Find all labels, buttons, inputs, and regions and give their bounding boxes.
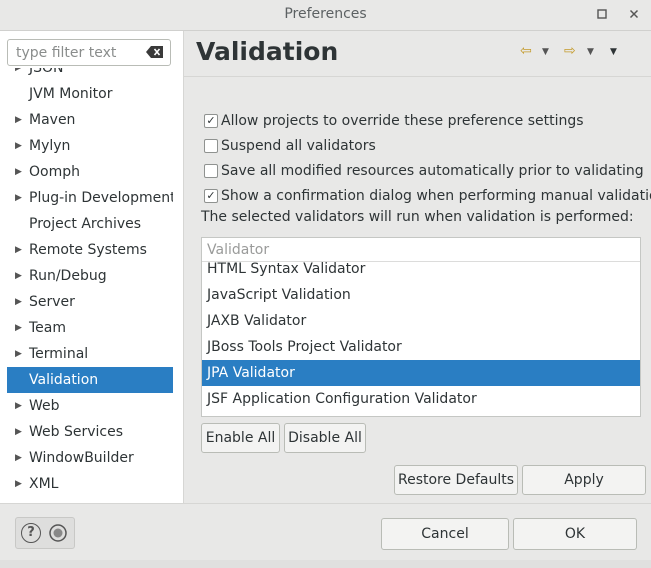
tree-item-web[interactable]: ▶ Web	[7, 393, 173, 419]
tree-item-label: Oomph	[29, 164, 80, 180]
footer-separator	[0, 503, 651, 504]
tree-item-oomph[interactable]: ▶ Oomph	[7, 159, 173, 185]
forward-dropdown-icon[interactable]: ▼	[587, 47, 594, 57]
tree-item-label: Web	[29, 398, 60, 414]
tree-item-jvm-monitor[interactable]: JVM Monitor	[7, 81, 173, 107]
tree-item-mylyn[interactable]: ▶ Mylyn	[7, 133, 173, 159]
enable-all-button[interactable]: Enable All	[201, 423, 280, 453]
checkbox-unchecked-icon[interactable]	[204, 139, 218, 153]
apply-button[interactable]: Apply	[522, 465, 646, 495]
expand-arrow-icon[interactable]: ▶	[15, 445, 25, 471]
tree-item-label: Team	[29, 320, 67, 336]
tree-item-windowbuilder[interactable]: ▶ WindowBuilder	[7, 445, 173, 471]
option-label: Allow projects to override these prefere…	[221, 113, 584, 129]
expand-arrow-icon[interactable]: ▶	[15, 341, 25, 367]
tree-item-project-archives[interactable]: Project Archives	[7, 211, 173, 237]
title-bar: Preferences	[0, 0, 651, 31]
preferences-tree-panel: ▶JSONJVM Monitor▶Maven▶Mylyn▶Oomph▶Plug-…	[0, 31, 184, 503]
validator-row[interactable]: JavaScript Validation	[202, 282, 640, 308]
expand-arrow-icon[interactable]: ▶	[15, 133, 25, 159]
tree-item-label: Maven	[29, 112, 76, 128]
checkbox-checked-icon[interactable]: ✓	[204, 114, 218, 128]
validators-info: The selected validators will run when va…	[201, 209, 634, 225]
window-title: Preferences	[284, 6, 367, 22]
expand-arrow-icon[interactable]: ▶	[15, 107, 25, 133]
disable-all-button[interactable]: Disable All	[284, 423, 366, 453]
expand-arrow-icon[interactable]: ▶	[15, 419, 25, 445]
restore-defaults-button[interactable]: Restore Defaults	[394, 465, 518, 495]
tree-item-label: Web Services	[29, 424, 124, 440]
validation-page: Validation ⇦ ▼ ⇨ ▼ ▼ ✓ Allow projects to …	[184, 31, 651, 503]
tree-item-run-debug[interactable]: ▶ Run/Debug	[7, 263, 173, 289]
tree-item-label: JVM Monitor	[29, 86, 113, 102]
preferences-tree[interactable]: ▶ JSON JVM Monitor ▶ Maven ▶ Mylyn ▶ Oomph ▶ Plug-…	[7, 68, 173, 503]
tree-item-label: XML	[29, 476, 59, 492]
tree-item-label: Mylyn	[29, 138, 71, 154]
option-label: Save all modified resources automaticall…	[221, 163, 644, 179]
validator-row[interactable]: JAXB Validator	[202, 308, 640, 334]
expand-arrow-icon[interactable]: ▶	[15, 263, 25, 289]
filter-field[interactable]	[7, 39, 171, 66]
validators-table[interactable]: Validator HTML Syntax Validator JavaScrip…	[201, 237, 641, 417]
tree-item-terminal[interactable]: ▶ Terminal	[7, 341, 173, 367]
tree-item-label: Project Archives	[29, 216, 142, 232]
record-icon[interactable]	[48, 523, 68, 543]
expand-arrow-icon[interactable]: ▶	[15, 289, 25, 315]
validator-row[interactable]: JBoss Tools Project Validator	[202, 334, 640, 360]
back-arrow-icon[interactable]: ⇦	[520, 43, 532, 59]
validator-row[interactable]: JPA Validator	[202, 360, 640, 386]
expand-arrow-icon[interactable]: ▶	[15, 159, 25, 185]
view-menu-icon[interactable]: ▼	[610, 47, 617, 57]
tree-item-xml[interactable]: ▶ XML	[7, 471, 173, 497]
status-strip	[0, 560, 651, 568]
tree-item-label: Terminal	[29, 346, 89, 362]
page-navigation: ⇦ ▼ ⇨ ▼ ▼	[520, 41, 640, 65]
tree-item-label: Plug-in Development	[29, 190, 173, 206]
expand-arrow-icon[interactable]: ▶	[15, 471, 25, 497]
forward-arrow-icon[interactable]: ⇨	[564, 43, 576, 59]
checkbox-unchecked-icon[interactable]	[204, 164, 218, 178]
expand-arrow-icon[interactable]: ▶	[15, 315, 25, 341]
tree-item-web-services[interactable]: ▶ Web Services	[7, 419, 173, 445]
tree-item-plug-in-development[interactable]: ▶ Plug-in Development	[7, 185, 173, 211]
tree-item-maven[interactable]: ▶ Maven	[7, 107, 173, 133]
filter-input[interactable]	[16, 44, 140, 62]
back-dropdown-icon[interactable]: ▼	[542, 47, 549, 57]
expand-arrow-icon[interactable]: ▶	[15, 237, 25, 263]
checkbox-checked-icon[interactable]: ✓	[204, 189, 218, 203]
tree-item-label: Server	[29, 294, 75, 310]
option-label: Show a confirmation dialog when performi…	[221, 188, 651, 204]
tree-item-validation[interactable]: Validation	[7, 367, 173, 393]
option-label: Suspend all validators	[221, 138, 376, 154]
table-header-validator[interactable]: Validator	[202, 238, 640, 262]
maximize-icon	[597, 9, 607, 19]
maximize-button[interactable]	[594, 6, 610, 22]
expand-arrow-icon[interactable]: ▶	[15, 393, 25, 419]
validator-row[interactable]: JSF Application Configuration Validator	[202, 386, 640, 412]
close-icon	[629, 9, 639, 19]
close-button[interactable]	[626, 6, 642, 22]
help-icon[interactable]: ?	[21, 523, 41, 543]
ok-button[interactable]: OK	[513, 518, 637, 550]
clear-filter-icon[interactable]	[146, 45, 164, 59]
cancel-button[interactable]: Cancel	[381, 518, 509, 550]
expand-arrow-icon[interactable]: ▶	[15, 68, 25, 81]
tree-item-label: JSON	[29, 68, 64, 76]
tree-item-label: Validation	[29, 372, 99, 388]
title-separator	[184, 76, 651, 77]
page-title: Validation	[196, 37, 339, 66]
tree-item-server[interactable]: ▶ Server	[7, 289, 173, 315]
tree-item-team[interactable]: ▶ Team	[7, 315, 173, 341]
tree-item-label: Remote Systems	[29, 242, 147, 258]
tree-item-label: Run/Debug	[29, 268, 107, 284]
tree-item-remote-systems[interactable]: ▶ Remote Systems	[7, 237, 173, 263]
expand-arrow-icon[interactable]: ▶	[15, 185, 25, 211]
tree-item-json[interactable]: ▶ JSON	[7, 68, 173, 81]
tree-item-label: WindowBuilder	[29, 450, 134, 466]
